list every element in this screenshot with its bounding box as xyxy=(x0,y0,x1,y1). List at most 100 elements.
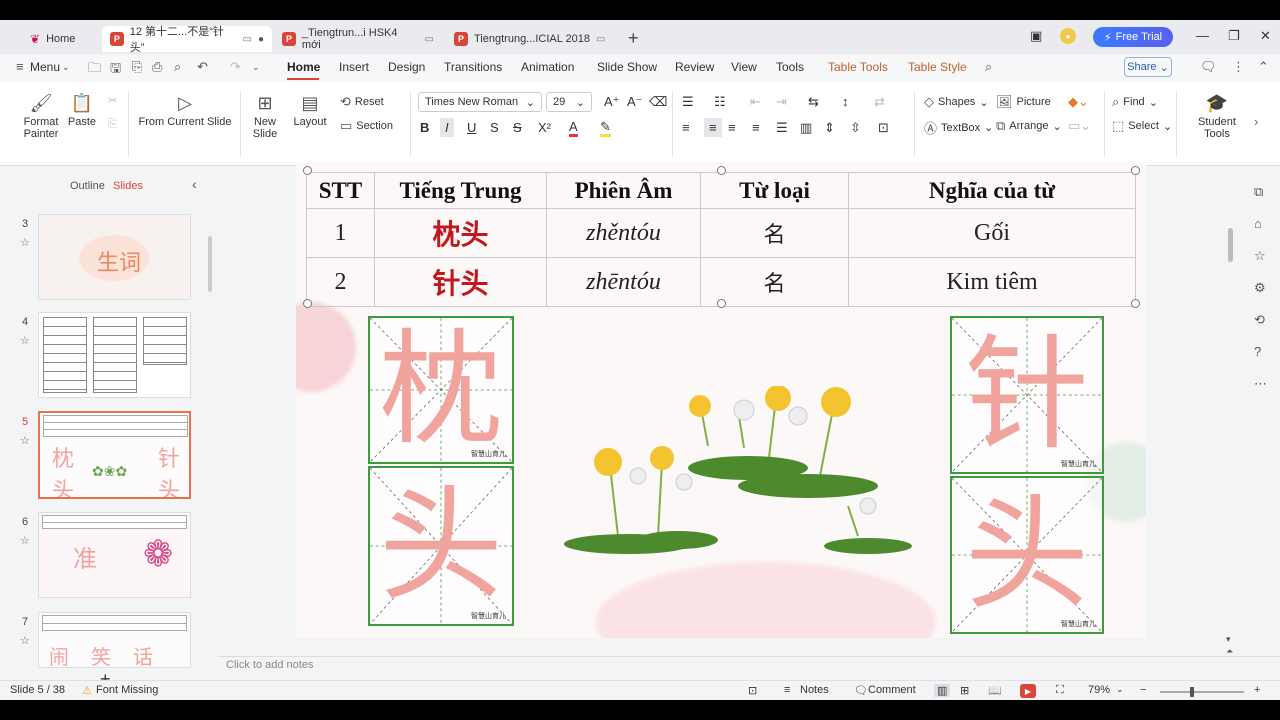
style-icon[interactable]: ⌂ xyxy=(1254,216,1262,231)
format-painter-button[interactable]: 🖌 Format Painter xyxy=(20,94,62,140)
fill-color-icon[interactable]: ◆⌄ xyxy=(1068,94,1089,110)
canvas-scrollbar[interactable] xyxy=(1228,228,1233,262)
slide[interactable]: STT Tiếng Trung Phiên Âm Từ loại Nghĩa c… xyxy=(296,162,1146,638)
clear-format-icon[interactable]: ⌫ xyxy=(649,94,667,110)
tab-presentation-2[interactable]: P _Tiengtrun...i HSK4 mới ▭ xyxy=(274,26,442,52)
tab-slides[interactable]: Slides xyxy=(113,180,143,192)
resize-handle[interactable] xyxy=(717,299,726,308)
fit-window-icon[interactable]: ⛶ xyxy=(1056,684,1064,697)
resize-handle[interactable] xyxy=(303,166,312,175)
picture-button[interactable]: 🖼 Picture xyxy=(996,94,1051,110)
layout-button[interactable]: ▤ Layout xyxy=(290,94,330,128)
share-button[interactable]: Share ⌄ xyxy=(1124,57,1172,77)
favorite-icon[interactable]: ☆ xyxy=(1254,248,1266,264)
line-spacing-2-icon[interactable]: ⇳ xyxy=(850,120,861,136)
font-missing-link[interactable]: Font Missing xyxy=(96,684,158,696)
highlight-icon[interactable]: ✎ xyxy=(600,120,611,137)
table-cell[interactable]: Kim tiêm xyxy=(848,257,1136,307)
chevron-down-icon[interactable]: ⌄ xyxy=(62,62,70,73)
find-button[interactable]: ⌕ Find ⌄ xyxy=(1112,94,1158,110)
scroll-down-icon[interactable]: ▾ xyxy=(1226,634,1231,645)
menu-view[interactable]: View xyxy=(731,60,757,74)
strikethrough-icon[interactable]: S xyxy=(513,120,522,135)
panel-scrollbar[interactable] xyxy=(208,236,212,292)
hamburger-icon[interactable]: ≡ xyxy=(16,59,24,74)
zoom-out-icon[interactable]: − xyxy=(1140,684,1146,696)
resize-handle[interactable] xyxy=(303,299,312,308)
underline-icon[interactable]: U xyxy=(467,120,476,135)
slide-thumbnail-7[interactable]: 闹笑话 xyxy=(38,612,191,668)
align-left-icon[interactable]: ≡ xyxy=(682,120,690,135)
font-name-select[interactable]: Times New Roman ⌄ xyxy=(418,92,542,112)
search-icon[interactable]: ⌕ xyxy=(985,59,992,75)
align-right-icon[interactable]: ≡ xyxy=(728,120,736,135)
menu-table-tools[interactable]: Table Tools xyxy=(828,60,888,74)
section-button[interactable]: ▭ Section xyxy=(340,118,393,134)
menu-button[interactable]: Menu xyxy=(30,60,60,74)
notes-toggle[interactable]: Notes xyxy=(800,684,829,696)
comment-icon[interactable]: 🗨 xyxy=(1200,59,1217,75)
star-icon[interactable]: ☆ xyxy=(20,534,30,547)
table-cell[interactable]: 名 xyxy=(700,208,849,258)
restore-button[interactable]: ❐ xyxy=(1228,28,1240,44)
columns-icon[interactable]: ▥ xyxy=(800,120,812,136)
superscript-icon[interactable]: X² xyxy=(538,120,551,135)
slide-thumbnail-4[interactable] xyxy=(38,312,191,398)
increase-indent-icon[interactable]: ⇥ xyxy=(776,94,787,110)
align-center-icon[interactable]: ≡ xyxy=(704,118,722,137)
writing-box[interactable]: 头 智慧山育儿 xyxy=(368,466,514,626)
reading-view-icon[interactable]: 📖 xyxy=(988,684,1002,697)
justify-icon[interactable]: ≡ xyxy=(752,120,760,135)
resize-handle[interactable] xyxy=(717,166,726,175)
text-direction-icon[interactable]: ⇆ xyxy=(808,94,819,110)
zoom-slider[interactable] xyxy=(1160,691,1244,693)
slide-thumbnail-5[interactable]: 枕头 针头 ✿❀✿ xyxy=(38,411,191,499)
header-cell[interactable]: Tiếng Trung xyxy=(374,172,547,209)
text-box-fit-icon[interactable]: ⊡ xyxy=(878,120,889,136)
bullets-icon[interactable]: ☰ xyxy=(682,94,694,110)
settings-sliders-icon[interactable]: ⚙ xyxy=(1254,280,1266,296)
resize-handle[interactable] xyxy=(1131,166,1140,175)
save-icon[interactable]: 🖫 xyxy=(110,59,121,81)
paste-button[interactable]: 📋 Paste xyxy=(64,94,100,128)
outline-color-icon[interactable]: ▭⌄ xyxy=(1068,118,1091,134)
table-cell[interactable]: 针头 xyxy=(374,257,547,307)
star-icon[interactable]: ☆ xyxy=(20,434,30,447)
reset-button[interactable]: ⟲ Reset xyxy=(340,94,384,110)
vocab-table[interactable]: STT Tiếng Trung Phiên Âm Từ loại Nghĩa c… xyxy=(306,172,1136,307)
table-cell[interactable]: Gối xyxy=(848,208,1136,258)
font-color-icon[interactable]: A xyxy=(569,120,578,137)
chevron-right-icon[interactable]: › xyxy=(1254,114,1258,129)
zoom-dropdown-icon[interactable]: ⌄ xyxy=(1116,684,1124,695)
fit-slide-icon[interactable]: ⊡ xyxy=(748,684,757,697)
distribute-icon[interactable]: ☰ xyxy=(776,120,788,136)
numbering-icon[interactable]: ☷ xyxy=(714,94,726,110)
tab-presentation-3[interactable]: P Tiengtrung...ICIAL 2018 ▭ xyxy=(446,26,616,52)
text-align-icon[interactable]: ⇕ xyxy=(824,120,835,136)
menu-animation[interactable]: Animation xyxy=(521,60,574,74)
history-icon[interactable]: ⟲ xyxy=(1254,312,1265,328)
notes-pane[interactable]: Click to add notes xyxy=(218,656,1280,680)
writing-box[interactable]: 针 智慧山育儿 xyxy=(950,316,1104,474)
decrease-indent-icon[interactable]: ⇤ xyxy=(750,94,761,110)
tab-outline[interactable]: Outline xyxy=(70,180,105,192)
copy-icon[interactable]: ⎘ xyxy=(108,118,117,131)
shapes-button[interactable]: ◇ Shapes ⌄ xyxy=(924,94,989,110)
properties-icon[interactable]: ⧉ xyxy=(1254,184,1263,200)
tab-presentation-1[interactable]: P 12 第十二...不是“针头” ▭ ● xyxy=(102,26,272,54)
free-trial-button[interactable]: ⚡ Free Trial xyxy=(1093,27,1173,47)
menu-slide-show[interactable]: Slide Show xyxy=(597,60,657,74)
slide-thumbnail-6[interactable]: 准 ❁ xyxy=(38,512,191,598)
unsaved-dot-icon[interactable]: ● xyxy=(258,34,264,45)
select-button[interactable]: ⬚ Select ⌄ xyxy=(1112,118,1172,134)
menu-home[interactable]: Home xyxy=(287,60,320,74)
table-cell[interactable]: 1 xyxy=(306,208,375,258)
close-button[interactable]: ✕ xyxy=(1260,28,1271,44)
table-cell[interactable]: zhěntóu xyxy=(546,208,701,258)
textbox-button[interactable]: Ⓐ TextBox ⌄ xyxy=(924,118,993,137)
help-icon[interactable]: ? xyxy=(1254,344,1261,359)
table-cell[interactable]: 枕头 xyxy=(374,208,547,258)
header-cell[interactable]: Từ loại xyxy=(700,172,849,209)
new-slide-button[interactable]: ⊞ New Slide xyxy=(248,94,282,140)
table-cell[interactable]: 2 xyxy=(306,257,375,307)
